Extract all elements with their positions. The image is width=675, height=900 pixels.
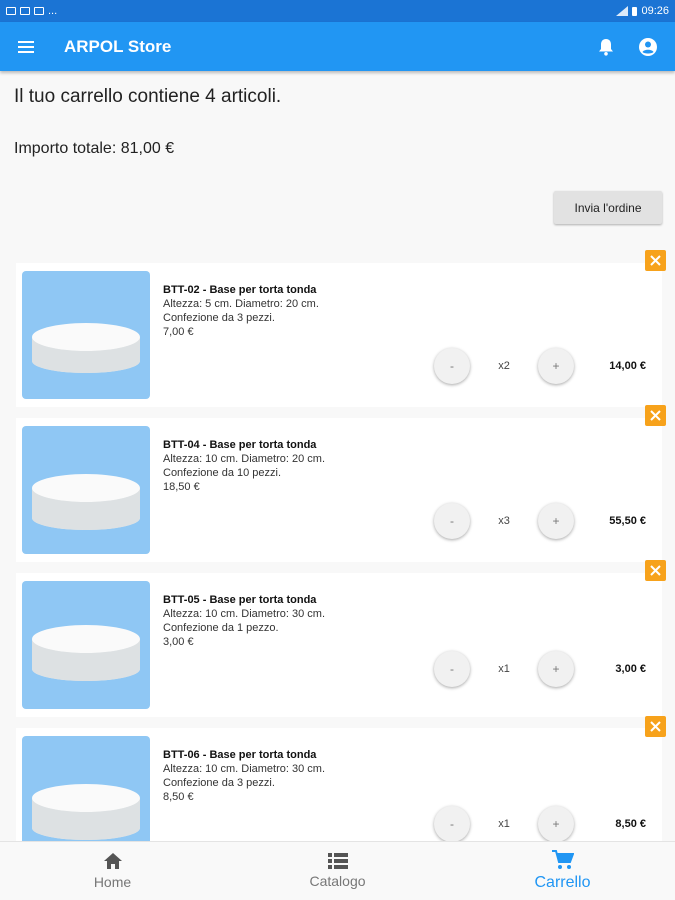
app-title: ARPOL Store <box>64 36 172 56</box>
product-name: BTT-05 - Base per torta tonda <box>163 594 317 606</box>
increase-quantity-button[interactable]: + <box>538 348 574 384</box>
clock: 09:26 <box>641 5 669 17</box>
cake-base-picture <box>32 474 140 530</box>
product-dimensions: Altezza: 5 cm. Diametro: 20 cm. <box>163 298 319 310</box>
product-name: BTT-06 - Base per torta tonda <box>163 749 317 761</box>
image-notification-icon <box>6 7 16 15</box>
nav-carrello[interactable]: Carrello <box>450 842 675 900</box>
product-pack: Confezione da 3 pezzi. <box>163 312 275 324</box>
account-icon <box>639 37 657 56</box>
item-subtotal: 55,50 € <box>609 515 646 527</box>
remove-item-button[interactable] <box>645 405 666 426</box>
product-name: BTT-04 - Base per torta tonda <box>163 439 317 451</box>
menu-icon-line <box>18 45 34 48</box>
close-icon <box>650 255 661 266</box>
product-pack: Confezione da 3 pezzi. <box>163 777 275 789</box>
send-order-button[interactable]: Invia l'ordine <box>554 191 662 224</box>
product-name: BTT-02 - Base per torta tonda <box>163 284 317 296</box>
product-pack: Confezione da 10 pezzi. <box>163 467 282 479</box>
quantity-value: x2 <box>498 360 510 372</box>
quantity-controls: - x2 + 14,00 € <box>434 348 646 384</box>
nav-carrello-label: Carrello <box>534 874 591 891</box>
battery-icon <box>632 6 638 16</box>
quantity-value: x3 <box>498 515 510 527</box>
product-price: 7,00 € <box>163 326 194 338</box>
item-subtotal: 14,00 € <box>609 360 646 372</box>
cake-base-picture <box>32 625 140 681</box>
nav-home[interactable]: Home <box>0 842 225 900</box>
notification-icons: ... <box>6 5 57 17</box>
cart-total: Importo totale: 81,00 € <box>14 140 175 157</box>
product-info: BTT-04 - Base per torta tonda Altezza: 1… <box>163 438 325 494</box>
increase-quantity-button[interactable]: + <box>538 503 574 539</box>
cart-summary: Il tuo carrello contiene 4 articoli. <box>14 86 282 107</box>
nav-catalogo[interactable]: Catalogo <box>225 842 450 900</box>
quantity-value: x1 <box>498 818 510 830</box>
remove-item-button[interactable] <box>645 716 666 737</box>
quantity-controls: - x3 + 55,50 € <box>434 503 646 539</box>
more-notifications: ... <box>48 5 58 17</box>
decrease-quantity-button[interactable]: - <box>434 503 470 539</box>
close-icon <box>650 721 661 732</box>
account-button[interactable] <box>631 30 665 64</box>
app-bar: ARPOL Store <box>0 22 675 71</box>
notifications-button[interactable] <box>589 30 623 64</box>
status-bar: ... 09:26 <box>0 0 675 22</box>
nav-catalogo-label: Catalogo <box>309 873 366 889</box>
cart-item: BTT-05 - Base per torta tonda Altezza: 1… <box>16 573 662 717</box>
cart-icon <box>551 850 574 869</box>
photo-notification-icon <box>34 7 44 15</box>
bell-icon <box>599 38 613 56</box>
product-info: BTT-02 - Base per torta tonda Altezza: 5… <box>163 283 319 339</box>
product-image <box>22 581 150 709</box>
list-icon <box>327 853 348 869</box>
signal-icon <box>616 6 629 16</box>
increase-quantity-button[interactable]: + <box>538 651 574 687</box>
cart-item: BTT-04 - Base per torta tonda Altezza: 1… <box>16 418 662 562</box>
home-icon <box>103 853 122 869</box>
product-pack: Confezione da 1 pezzo. <box>163 622 279 634</box>
increase-quantity-button[interactable]: + <box>538 806 574 842</box>
close-icon <box>650 410 661 421</box>
bottom-navigation: Home Catalogo Carrello <box>0 841 675 900</box>
decrease-quantity-button[interactable]: - <box>434 348 470 384</box>
product-dimensions: Altezza: 10 cm. Diametro: 30 cm. <box>163 763 325 775</box>
product-price: 18,50 € <box>163 481 200 493</box>
product-dimensions: Altezza: 10 cm. Diametro: 20 cm. <box>163 453 325 465</box>
menu-icon-line <box>18 50 34 53</box>
quantity-controls: - x1 + 8,50 € <box>434 806 646 842</box>
system-icons: 09:26 <box>616 5 669 17</box>
menu-icon-line <box>18 40 34 43</box>
quantity-controls: - x1 + 3,00 € <box>434 651 646 687</box>
quantity-value: x1 <box>498 663 510 675</box>
cake-base-picture <box>32 323 140 373</box>
decrease-quantity-button[interactable]: - <box>434 806 470 842</box>
product-info: BTT-05 - Base per torta tonda Altezza: 1… <box>163 593 325 649</box>
decrease-quantity-button[interactable]: - <box>434 651 470 687</box>
menu-button[interactable] <box>0 22 52 71</box>
product-price: 3,00 € <box>163 636 194 648</box>
product-image <box>22 271 150 399</box>
product-image <box>22 426 150 554</box>
product-info: BTT-06 - Base per torta tonda Altezza: 1… <box>163 748 325 804</box>
nav-home-label: Home <box>93 874 132 890</box>
item-subtotal: 8,50 € <box>615 818 646 830</box>
item-subtotal: 3,00 € <box>615 663 646 675</box>
remove-item-button[interactable] <box>645 560 666 581</box>
remove-item-button[interactable] <box>645 250 666 271</box>
video-notification-icon <box>20 7 30 15</box>
product-price: 8,50 € <box>163 791 194 803</box>
cart-item: BTT-02 - Base per torta tonda Altezza: 5… <box>16 263 662 407</box>
close-icon <box>650 565 661 576</box>
product-dimensions: Altezza: 10 cm. Diametro: 30 cm. <box>163 608 325 620</box>
